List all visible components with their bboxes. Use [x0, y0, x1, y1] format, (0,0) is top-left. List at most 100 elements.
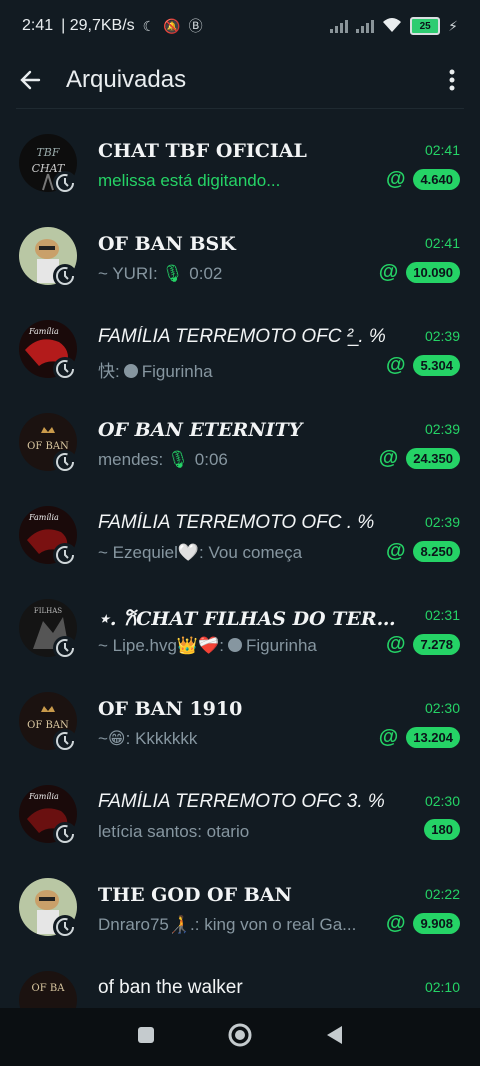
ofban-crown-avatar[interactable]: OF BA — [19, 971, 77, 1008]
chat-preview: Dnraro75🧑‍🦯.: king von o real Ga... — [98, 915, 357, 934]
chat-preview: ~ Lipe.hvg👑❤️‍🩹: Figurinha — [98, 636, 378, 656]
chat-time: 02:39 — [424, 421, 460, 437]
unread-count-badge: 8.250 — [413, 541, 460, 562]
preview-text: 0:02 — [189, 264, 223, 283]
at-mention-icon: @ — [385, 912, 406, 934]
chat-preview: 快: Figurinha — [98, 357, 378, 382]
chat-time: 02:31 — [424, 607, 460, 623]
at-mention-icon: @ — [385, 168, 406, 190]
svg-text:Família: Família — [28, 327, 59, 336]
chat-meta: @ 10.090 — [379, 261, 460, 284]
page-title: Arquivadas — [66, 66, 187, 93]
unread-count-badge: 4.640 — [413, 169, 460, 190]
preview-sender: ~ YURI: — [98, 264, 158, 283]
unread-count-badge: 9.908 — [413, 913, 460, 934]
chat-meta: @ 13.204 — [379, 726, 460, 749]
chat-row[interactable]: TBF CHAT CHAT TBF OFICIAL 02:41 melissa e… — [0, 120, 480, 213]
chat-preview: letícia santos: otario — [98, 822, 250, 841]
moon-icon: ☾ — [142, 17, 156, 34]
preview-text: Figurinha — [141, 362, 213, 381]
system-nav-bar — [0, 1008, 480, 1066]
archive-clock-icon — [53, 543, 77, 567]
chat-title: OF BAN 1910 — [98, 698, 243, 720]
chat-row[interactable]: THE GOD OF BAN 02:22 Dnraro75🧑‍🦯.: king … — [0, 864, 480, 957]
preview-text: Figurinha — [245, 636, 317, 655]
sticker-icon — [227, 638, 242, 652]
archive-clock-icon — [53, 264, 77, 288]
recents-icon[interactable] — [136, 1025, 156, 1050]
chat-time: 02:30 — [424, 793, 460, 809]
chat-preview: mendes: 🎙 0:06 — [98, 450, 378, 470]
muted-bell-icon: 🔕 — [163, 17, 181, 34]
back-arrow-icon[interactable] — [16, 66, 44, 94]
wifi-icon — [382, 17, 402, 36]
chat-preview: ~ Ezequiel🤍: Vou começa — [98, 543, 303, 562]
at-mention-icon: @ — [378, 261, 399, 283]
chat-time: 02:41 — [424, 142, 460, 158]
at-mention-icon: @ — [385, 633, 406, 655]
at-mention-icon: @ — [385, 354, 406, 376]
chat-row[interactable]: OF BAN OF BAN ETERNITY 02:39 mendes: 🎙 0:0… — [0, 399, 480, 492]
status-right: 25 ⚡ — [330, 17, 458, 36]
at-mention-icon: @ — [385, 540, 406, 562]
chat-row[interactable]: OF BA of ban the walker 02:10 — [0, 957, 480, 1008]
chat-row[interactable]: FILHAS ⋆. 𐙚CHAT FILHAS DO TERREM... 02:3… — [0, 585, 480, 678]
svg-text:FILHAS: FILHAS — [34, 607, 62, 615]
chat-title: ⋆. 𐙚CHAT FILHAS DO TERREM... — [98, 608, 398, 630]
chat-time: 02:30 — [424, 700, 460, 716]
preview-sender: 快: — [98, 362, 120, 381]
chat-time: 02:39 — [424, 328, 460, 344]
home-icon[interactable] — [227, 1022, 253, 1053]
unread-count-badge: 180 — [424, 819, 460, 840]
unread-count-badge: 24.350 — [406, 448, 460, 469]
unread-count-badge: 7.278 — [413, 634, 460, 655]
archive-clock-icon — [53, 357, 77, 381]
chat-title: OF BAN BSK — [98, 233, 236, 255]
status-bar: 2:41 | 29,7KB/s ☾ 🔕 Ⓑ 25 ⚡ — [0, 0, 480, 52]
network-speed: | 29,7KB/s — [61, 17, 135, 34]
chat-row[interactable]: Família FAMÍLIA TERREMOTO OFC 3. % 02:30… — [0, 771, 480, 864]
header-divider — [16, 108, 464, 109]
chat-title: of ban the walker — [98, 977, 243, 998]
chat-row[interactable]: Família FAMÍLIA TERREMOTO OFC ²̲ . % 02:… — [0, 306, 480, 399]
chat-row[interactable]: Família FAMÍLIA TERREMOTO OFC . % 02:39 … — [0, 492, 480, 585]
chat-row[interactable]: OF BAN BSK 02:41 ~ YURI: 🎙 0:02 @ 10.090 — [0, 213, 480, 306]
archive-clock-icon — [53, 729, 77, 753]
at-mention-icon: @ — [378, 726, 399, 748]
chat-meta: @ 4.640 — [386, 168, 460, 191]
chat-meta: @ 9.908 — [386, 912, 460, 935]
chat-title: OF BAN ETERNITY — [98, 419, 303, 441]
preview-text: 0:06 — [194, 450, 228, 469]
archived-chat-list[interactable]: TBF CHAT CHAT TBF OFICIAL 02:41 melissa e… — [0, 120, 480, 1008]
chat-title: FAMÍLIA TERREMOTO OFC 3. % — [98, 791, 385, 812]
chat-preview: melissa está digitando... — [98, 171, 281, 190]
chat-time: 02:22 — [424, 886, 460, 902]
chat-time: 02:10 — [424, 979, 460, 995]
preview-sender: mendes: — [98, 450, 164, 469]
app-bar: Arquivadas — [0, 52, 480, 108]
mic-icon: 🎙 — [167, 450, 189, 469]
svg-text:Família: Família — [28, 792, 59, 801]
back-triangle-icon[interactable] — [324, 1024, 344, 1051]
more-vertical-icon[interactable] — [440, 66, 464, 94]
status-time: 2:41 — [22, 17, 54, 34]
chat-title: FAMÍLIA TERREMOTO OFC ²̲ . % — [98, 326, 386, 347]
chat-preview: ~😁: Kkkkkkk — [98, 729, 198, 748]
at-mention-icon: @ — [378, 447, 399, 469]
archive-clock-icon — [53, 450, 77, 474]
archive-clock-icon — [53, 822, 77, 846]
battery-icon: 25 — [410, 17, 441, 35]
chat-meta: @ 7.278 — [386, 633, 460, 656]
chat-meta: 180 — [424, 819, 460, 840]
unread-count-badge: 5.304 — [413, 355, 460, 376]
b-circle-icon: Ⓑ — [188, 18, 203, 34]
chat-row[interactable]: OF BAN OF BAN 1910 02:30 ~😁: Kkkkkkk @ 1… — [0, 678, 480, 771]
signal-icon — [330, 19, 349, 33]
svg-text:Família: Família — [28, 513, 59, 522]
sticker-icon — [123, 364, 138, 378]
svg-text:OF BA: OF BA — [32, 983, 66, 994]
chat-title: FAMÍLIA TERREMOTO OFC . % — [98, 512, 375, 533]
mic-icon: 🎙 — [161, 264, 184, 283]
unread-count-badge: 13.204 — [406, 727, 460, 748]
status-left: 2:41 | 29,7KB/s ☾ 🔕 Ⓑ — [22, 16, 203, 36]
